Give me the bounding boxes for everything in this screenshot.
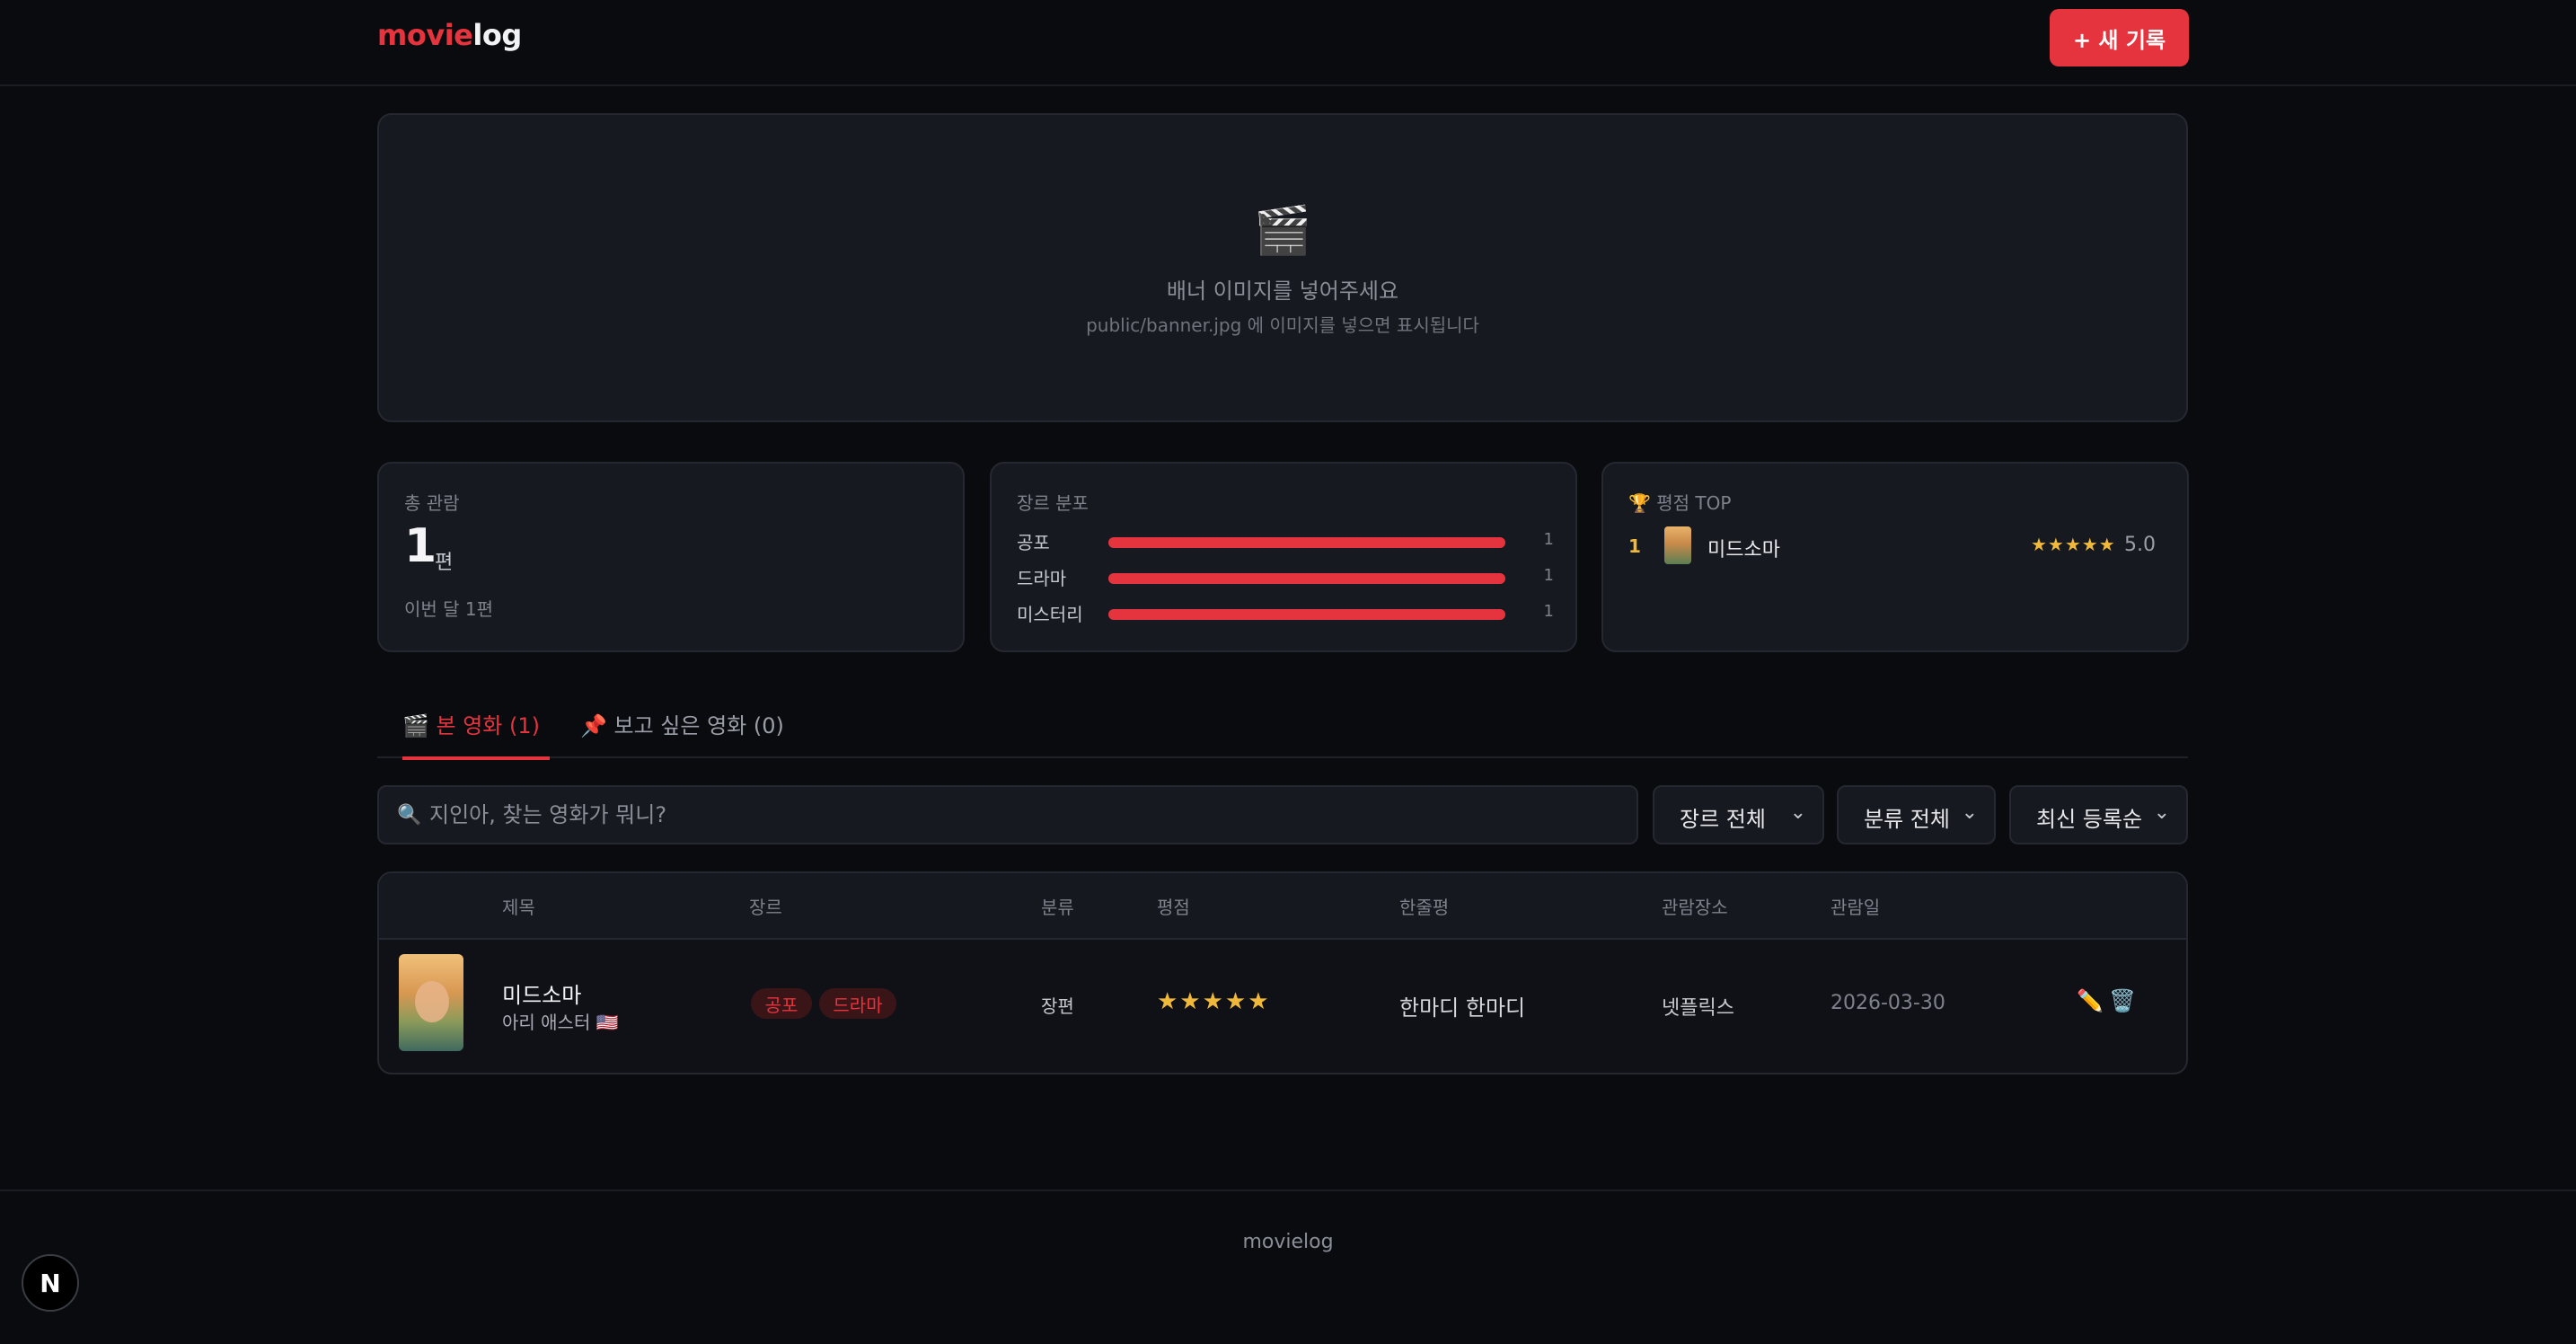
column-header-category[interactable]: 분류 xyxy=(1041,893,1074,919)
total-views-count: 1 xyxy=(404,519,437,573)
this-month-count: 이번 달 1편 xyxy=(404,598,494,620)
clapperboard-icon: 🎬 xyxy=(1253,204,1312,258)
nextjs-badge[interactable]: N xyxy=(22,1254,79,1312)
banner-title: 배너 이미지를 넣어주세요 xyxy=(1166,279,1399,304)
rank-poster-thumbnail xyxy=(1664,526,1691,564)
genre-tag: 공포 xyxy=(751,988,812,1019)
genre-name: 공포 xyxy=(1017,532,1050,553)
table-header: 제목 장르 분류 평점 한줄평 관람장소 관람일 xyxy=(379,873,2186,940)
genre-bar-fill xyxy=(1108,537,1505,548)
tab-watchlist[interactable]: 📌 보고 싶은 영화 (0) xyxy=(580,708,784,756)
sort-select[interactable]: 최신 등록순 ⌄ xyxy=(2009,785,2188,844)
app-logo[interactable]: movielog xyxy=(377,18,522,52)
movie-title[interactable]: 미드소마 xyxy=(502,977,581,1009)
column-header-review[interactable]: 한줄평 xyxy=(1399,893,1449,919)
movie-category: 장편 xyxy=(1041,995,1074,1017)
genre-row: 공포 1 xyxy=(1017,528,1554,555)
genre-filter-value: 장르 전체 xyxy=(1680,807,1766,832)
rank-movie-title[interactable]: 미드소마 xyxy=(1707,534,1780,562)
genre-name: 드라마 xyxy=(1017,568,1067,589)
category-filter-value: 분류 전체 xyxy=(1864,807,1950,832)
genre-filter-select[interactable]: 장르 전체 ⌄ xyxy=(1653,785,1824,844)
category-filter-select[interactable]: 분류 전체 ⌄ xyxy=(1837,785,1996,844)
sort-value: 최신 등록순 xyxy=(2036,807,2143,832)
genre-bar-track xyxy=(1108,537,1505,548)
movie-table: 제목 장르 분류 평점 한줄평 관람장소 관람일 미드소마 아리 애스터 🇺🇸 … xyxy=(377,871,2188,1074)
total-views-unit: 편 xyxy=(435,552,454,574)
footer: movielog xyxy=(0,1189,2576,1344)
total-views-card: 총 관람 1 편 이번 달 1편 xyxy=(377,462,965,652)
poster-art xyxy=(415,981,449,1022)
top-rated-card: 🏆 평점 TOP 1 미드소마 ★★★★★ 5.0 xyxy=(1601,462,2189,652)
movie-director: 아리 애스터 🇺🇸 xyxy=(502,1012,619,1033)
search-input[interactable] xyxy=(428,801,1599,828)
genre-distribution-label: 장르 분포 xyxy=(1017,492,1089,514)
tab-watched[interactable]: 🎬 본 영화 (1) xyxy=(402,708,550,760)
column-header-title[interactable]: 제목 xyxy=(502,893,535,919)
movie-tabs: 🎬 본 영화 (1) 📌 보고 싶은 영화 (0) xyxy=(377,694,2188,760)
genre-bar-track xyxy=(1108,609,1505,620)
rank-score: 5.0 xyxy=(2124,534,2156,556)
genre-count: 1 xyxy=(1543,530,1554,549)
chevron-down-icon: ⌄ xyxy=(1961,801,1978,824)
total-views-label: 총 관람 xyxy=(404,492,460,514)
delete-icon[interactable]: 🗑️ xyxy=(2109,988,2136,1013)
column-header-rating[interactable]: 평점 xyxy=(1157,893,1190,919)
genre-bar-fill xyxy=(1108,609,1505,620)
search-icon: 🔍 xyxy=(397,803,422,827)
genre-row: 드라마 1 xyxy=(1017,564,1554,591)
top-rated-label: 🏆 평점 TOP xyxy=(1628,492,1732,514)
footer-text: movielog xyxy=(1242,1231,1334,1253)
genre-tag: 드라마 xyxy=(819,988,896,1019)
genre-name: 미스터리 xyxy=(1017,604,1083,625)
chevron-down-icon: ⌄ xyxy=(1789,801,1806,824)
edit-icon[interactable]: ✏️ xyxy=(2077,988,2104,1013)
genre-count: 1 xyxy=(1543,566,1554,585)
movie-date: 2026-03-30 xyxy=(1831,992,1945,1014)
chevron-down-icon: ⌄ xyxy=(2153,801,2170,824)
rank-stars: ★★★★★ xyxy=(2031,534,2116,555)
banner-placeholder: 🎬 배너 이미지를 넣어주세요 public/banner.jpg 에 이미지를… xyxy=(377,113,2188,422)
column-header-genre[interactable]: 장르 xyxy=(749,893,782,919)
genre-row: 미스터리 1 xyxy=(1017,600,1554,627)
movie-stars: ★★★★★ xyxy=(1157,988,1271,1015)
movie-review: 한마디 한마디 xyxy=(1399,995,1526,1021)
rank-number: 1 xyxy=(1628,535,1641,557)
genre-bar-fill xyxy=(1108,573,1505,584)
movie-poster[interactable] xyxy=(399,954,463,1051)
search-box: 🔍 xyxy=(377,785,1638,844)
genre-distribution-card: 장르 분포 공포 1 드라마 1 미스터리 1 xyxy=(990,462,1577,652)
banner-subtitle: public/banner.jpg 에 이미지를 넣으면 표시됩니다 xyxy=(1086,314,1479,336)
column-header-place[interactable]: 관람장소 xyxy=(1662,893,1728,919)
genre-bar-track xyxy=(1108,573,1505,584)
logo-part-log: log xyxy=(472,18,522,52)
logo-part-movie: movie xyxy=(377,18,473,52)
genre-count: 1 xyxy=(1543,602,1554,621)
movie-place: 넷플릭스 xyxy=(1662,997,1734,1020)
top-bar: movielog + 새 기록 xyxy=(0,0,2576,86)
column-header-date[interactable]: 관람일 xyxy=(1831,893,1880,919)
new-record-button[interactable]: + 새 기록 xyxy=(2050,9,2189,66)
